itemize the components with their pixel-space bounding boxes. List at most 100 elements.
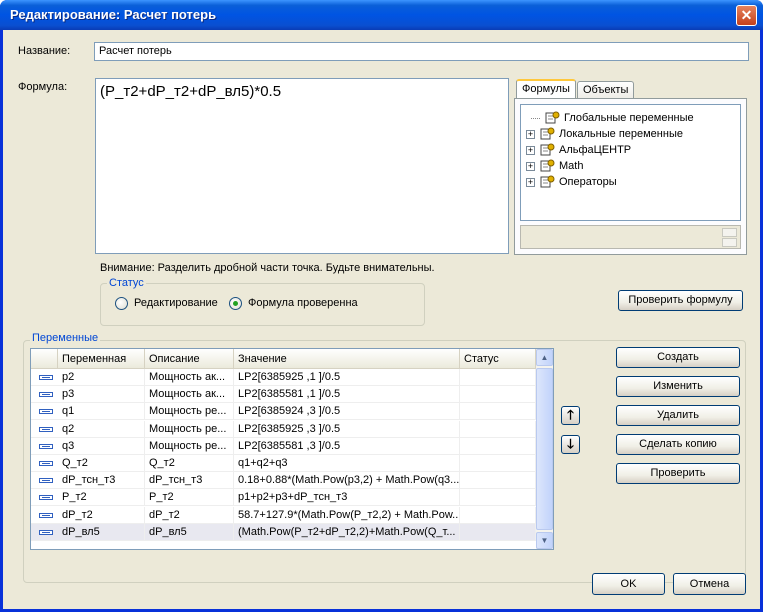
column-header-variable[interactable]: Переменная [58,349,145,369]
variables-table[interactable]: Переменная Описание Значение Статус p2 Мо… [30,348,554,550]
column-header-value[interactable]: Значение [234,349,460,369]
cell-name: dP_вл5 [58,523,145,541]
table-scrollbar[interactable]: ▲ ▼ [536,349,553,549]
status-group-caption: Статус [107,277,146,289]
create-button[interactable]: Создать [616,347,740,368]
cell-value: 0.18+0.88*(Math.Pow(p3,2) + Math.Pow(q3.… [234,472,460,490]
expand-icon[interactable]: + [526,145,535,155]
name-input[interactable]: Расчет потерь [94,42,749,61]
scroll-up-arrow-icon[interactable]: ▲ [536,349,553,366]
check-formula-button[interactable]: Проверить формулу [618,290,743,311]
variable-row-icon [39,512,53,518]
tab-formulas-label: Формулы [522,83,570,95]
cell-desc: P_т2 [145,489,234,507]
formulas-tree[interactable]: Глобальные переменные + Локальные переме… [520,104,741,221]
variable-row-icon [39,495,53,501]
radio-formula-verified-label: Формула проверенна [248,297,358,309]
variable-row-icon [39,375,53,380]
cell-name: p2 [58,369,145,386]
decimal-warning-text: Внимание: Разделить дробной части точка.… [100,262,435,274]
column-header-description[interactable]: Описание [145,349,234,369]
cell-desc: dP_вл5 [145,523,234,541]
verify-button[interactable]: Проверить [616,463,740,484]
column-header-icon [31,349,58,369]
expand-icon[interactable]: + [526,161,535,171]
expand-icon[interactable]: + [526,177,535,187]
scroll-down-arrow-icon[interactable]: ▼ [536,532,553,549]
variable-row-icon [39,529,53,535]
move-down-button[interactable]: 🡓 [561,435,580,454]
tree-item-math[interactable]: + Math [526,158,583,174]
cell-desc: Мощность ак... [145,386,234,404]
arrow-up-icon: 🡑 [567,407,574,422]
title-bar[interactable]: Редактирование: Расчет потерь ✕ [0,0,763,30]
delete-button[interactable]: Удалить [616,405,740,426]
radio-editing-label: Редактирование [134,297,218,309]
close-button[interactable]: ✕ [736,5,757,26]
table-row[interactable]: q3 Мощность ре... LP2[6385581 ,3 ]/0.5 [31,437,536,455]
cell-status [460,455,536,472]
tab-objects[interactable]: Объекты [577,81,635,99]
cell-value: LP2[6385925 ,3 ]/0.5 [234,420,460,438]
tree-item-operators[interactable]: + Операторы [526,174,617,190]
cell-status [460,369,536,386]
radio-formula-verified[interactable] [229,297,242,310]
window-title: Редактирование: Расчет потерь [10,7,217,22]
variable-row-icon [39,443,53,449]
variables-group-caption: Переменные [30,332,101,344]
dialog-window: Редактирование: Расчет потерь ✕ Название… [0,0,763,612]
table-row[interactable]: dP_т2 dP_т2 58.7+127.9*(Math.Pow(P_т2,2) +… [31,506,536,524]
cell-value: (Math.Pow(P_т2+dP_т2,2)+Math.Pow(Q_т... [234,523,460,541]
cell-value: p1+p2+p3+dP_тсн_т3 [234,489,460,507]
tree-item-local-vars[interactable]: + Локальные переменные [526,126,683,142]
cell-status [460,420,536,438]
table-row[interactable]: Q_т2 Q_т2 q1+q2+q3 [31,455,536,472]
move-up-button[interactable]: 🡑 [561,406,580,425]
formula-editor[interactable]: (P_т2+dP_т2+dP_вл5)*0.5 [95,78,509,254]
cell-value: LP2[6385581 ,3 ]/0.5 [234,437,460,455]
table-row[interactable]: dP_тсн_т3 dP_тсн_т3 0.18+0.88*(Math.Pow(p3… [31,472,536,490]
spin-down-button[interactable] [722,238,737,247]
table-row[interactable]: p3 Мощность ак... LP2[6385581 ,1 ]/0.5 [31,386,536,404]
dialog-client-area: Название: Расчет потерь Формула: (P_т2+d… [3,30,760,609]
ok-button[interactable]: OK [592,573,665,595]
variable-row-icon [39,478,53,484]
tree-item-alfacentr[interactable]: + АльфаЦЕНТР [526,142,631,158]
table-row[interactable]: q2 Мощность ре... LP2[6385925 ,3 ]/0.5 [31,420,536,438]
cancel-button[interactable]: Отмена [673,573,746,595]
cell-status [460,386,536,404]
edit-button[interactable]: Изменить [616,376,740,397]
variable-row-icon [39,409,53,415]
expand-icon[interactable]: + [526,129,535,139]
table-row[interactable]: dP_вл5 dP_вл5 (Math.Pow(P_т2+dP_т2,2)+Math… [31,523,536,541]
tab-formulas[interactable]: Формулы [516,79,576,100]
table-row[interactable]: q1 Мощность ре... LP2[6385924 ,3 ]/0.5 [31,403,536,421]
cell-status [460,523,536,541]
radio-editing[interactable] [115,297,128,310]
cell-desc: dP_т2 [145,506,234,524]
cell-name: q1 [58,403,145,421]
cell-name: P_т2 [58,489,145,507]
tree-item-global-vars[interactable]: Глобальные переменные [531,110,694,126]
tree-item-label: АльфаЦЕНТР [559,144,632,156]
variable-gear-icon [539,127,555,141]
tree-item-label: Локальные переменные [559,128,683,140]
formula-label: Формула: [18,81,68,93]
variable-gear-icon [539,143,555,157]
cell-name: dP_тсн_т3 [58,472,145,490]
cell-status [460,403,536,421]
table-row[interactable]: p2 Мощность ак... LP2[6385925 ,1 ]/0.5 [31,369,536,386]
spin-up-button[interactable] [722,228,737,237]
formulas-tab-panel: Глобальные переменные + Локальные переме… [514,98,747,255]
scroll-thumb[interactable] [536,368,553,530]
cell-status [460,506,536,524]
formula-text: (P_т2+dP_т2+dP_вл5)*0.5 [100,83,282,100]
tree-item-label: Глобальные переменные [564,112,694,124]
table-header: Переменная Описание Значение Статус [31,349,536,369]
name-label: Название: [18,45,71,57]
cell-name: dP_т2 [58,506,145,524]
cell-status [460,472,536,490]
column-header-status[interactable]: Статус [460,349,536,369]
copy-button[interactable]: Сделать копию [616,434,740,455]
table-row[interactable]: P_т2 P_т2 p1+p2+p3+dP_тсн_т3 [31,489,536,507]
